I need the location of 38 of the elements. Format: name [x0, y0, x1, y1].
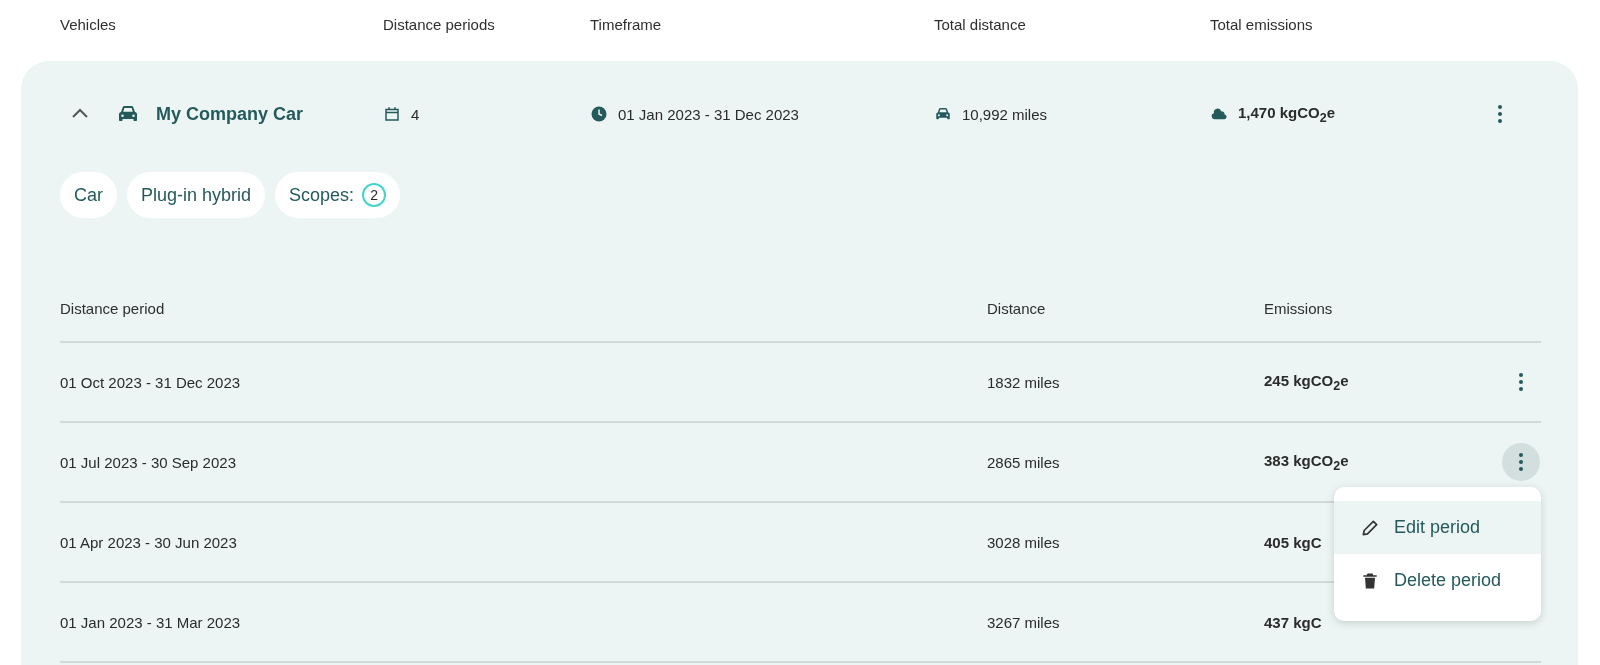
total-distance: 10,992 miles [962, 105, 1048, 123]
table-cell-text: 3267 miles [987, 613, 1061, 631]
more-icon [1519, 453, 1523, 471]
column-header: Emissions [1264, 299, 1334, 317]
table-cell-text: 01 Oct 2023 - 31 Dec 2023 [60, 373, 242, 391]
count-badge: 2 [362, 183, 387, 207]
column-header: Total distance [934, 16, 1027, 35]
column-header: Vehicles [60, 16, 117, 35]
more-options-button[interactable] [1502, 443, 1540, 481]
table-cell-text: 405 kgC [1264, 533, 1323, 551]
table-cell-text: 01 Jul 2023 - 30 Sep 2023 [60, 453, 237, 471]
more-icon [1498, 105, 1502, 123]
table-cell-text: 383 kgCO$_{2}$e [1264, 451, 1350, 473]
table-cell-text: 245 kgCO$_{2}$e [1264, 371, 1350, 393]
menu-item[interactable]: Edit period [1334, 501, 1541, 554]
tag-chip: Plug-in hybrid [127, 172, 266, 218]
table-cell-text: 3028 miles [987, 533, 1061, 551]
timeframe: 01 Jan 2023 - 31 Dec 2023 [618, 105, 799, 123]
clock-icon [590, 105, 608, 123]
vehicle-name: My Company Car [156, 103, 304, 125]
table-cell-text: 1832 miles [987, 373, 1061, 391]
total-emissions: 1,470 kgCO$_{2}$e [1238, 103, 1335, 125]
table-cell-text: 01 Apr 2023 - 30 Jun 2023 [60, 533, 238, 551]
table-cell-text: 437 kgC [1264, 613, 1323, 631]
tag-chip: Car [60, 172, 117, 218]
column-header: Total emissions [1210, 16, 1314, 35]
column-header: Distance [987, 299, 1047, 317]
calendar-icon [383, 105, 401, 123]
table-cell-text: 2865 miles [987, 453, 1061, 471]
tag-label: Scopes: [289, 184, 355, 206]
table-cell-text: 01 Jan 2023 - 31 Mar 2023 [60, 613, 242, 631]
period-count: 4 [411, 105, 420, 123]
menu-item[interactable]: Delete period [1334, 554, 1541, 607]
column-header: Distance period [60, 299, 166, 317]
pencil-icon [1360, 517, 1380, 538]
column-header: Timeframe [590, 16, 663, 35]
column-header: Distance periods [383, 16, 496, 35]
more-icon [1519, 373, 1523, 391]
